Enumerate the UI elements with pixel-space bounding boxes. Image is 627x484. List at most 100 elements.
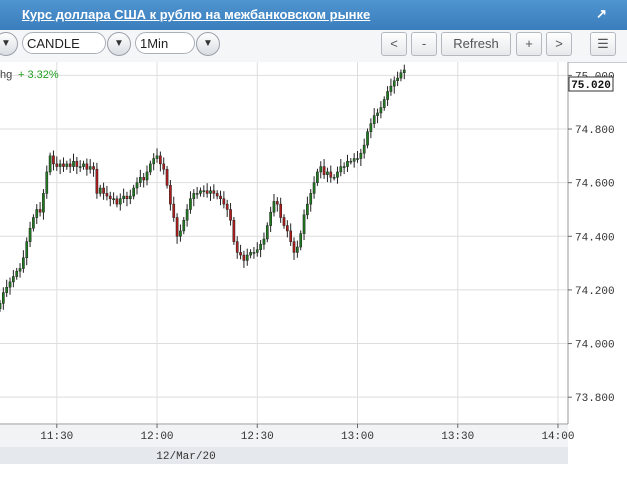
candle-body xyxy=(369,123,373,132)
zoom-out-button[interactable]: - xyxy=(411,32,437,56)
candle-body xyxy=(386,91,389,100)
candle-body xyxy=(319,166,323,173)
candle-body xyxy=(189,198,192,210)
candle-body xyxy=(122,195,125,200)
candle-body xyxy=(239,252,242,256)
candle-body xyxy=(48,155,52,173)
scroll-right-button[interactable]: > xyxy=(546,32,572,56)
change-percent: + 3.32% xyxy=(18,69,59,81)
candle-body xyxy=(336,171,339,178)
candle-body xyxy=(38,209,42,213)
list-icon: ☰ xyxy=(597,36,609,51)
candle-body xyxy=(249,252,252,256)
x-tick-label: 12:00 xyxy=(141,431,174,443)
candle-body xyxy=(332,177,336,179)
candle-body xyxy=(229,209,232,221)
candle-body xyxy=(18,268,22,272)
candle-body xyxy=(45,171,49,194)
candle-body xyxy=(152,158,156,165)
candle-body xyxy=(242,254,246,261)
candle-body xyxy=(309,193,313,205)
date-label: 12/Mar/20 xyxy=(156,451,215,463)
candle-body xyxy=(302,214,306,234)
interval-dropdown-button[interactable]: ▼ xyxy=(196,32,220,56)
candle-body xyxy=(299,233,303,248)
candle-body xyxy=(272,201,276,213)
candle-body xyxy=(155,155,159,159)
candle-body xyxy=(252,252,256,254)
candle-body xyxy=(42,193,45,213)
chevron-down-icon: ▼ xyxy=(1,38,11,49)
candle-body xyxy=(396,77,399,82)
candle-body xyxy=(98,187,102,194)
zoom-in-button[interactable]: + xyxy=(516,32,542,56)
candle-body xyxy=(306,203,309,216)
candle xyxy=(299,230,303,251)
candle-body xyxy=(359,152,363,159)
candle-body xyxy=(289,230,293,242)
menu-button[interactable]: ☰ xyxy=(590,32,616,56)
candle-body xyxy=(32,217,35,229)
candle-body xyxy=(255,249,259,253)
legend-label: hg xyxy=(0,69,12,81)
candle-body xyxy=(362,144,366,154)
prev-dropdown-button[interactable]: ▼ xyxy=(0,32,18,56)
candle-body xyxy=(399,72,403,79)
candle-body xyxy=(159,155,162,165)
candle-body xyxy=(52,155,55,165)
candle-body xyxy=(118,198,122,205)
popout-icon[interactable]: ↗ xyxy=(596,6,607,22)
candle-body xyxy=(78,166,82,168)
candle-body xyxy=(15,270,19,277)
chart-type-dropdown-button[interactable]: ▼ xyxy=(107,32,131,56)
y-tick-label: 74.600 xyxy=(575,179,615,191)
candle-body xyxy=(265,225,269,240)
candlestick-chart: 73.800 74.000 74.200 74.400 74.600 74.800 75.0… xyxy=(0,62,627,484)
candle-body xyxy=(135,182,139,189)
y-tick-label: 74.200 xyxy=(575,286,615,298)
candle-body xyxy=(55,163,59,167)
date-band xyxy=(0,447,568,464)
candle-body xyxy=(366,131,369,146)
candle-body xyxy=(379,107,383,114)
candle-body xyxy=(165,169,169,186)
candle-body xyxy=(212,190,216,194)
candle-body xyxy=(389,85,393,92)
candle-body xyxy=(128,195,132,200)
x-tick-label: 11:30 xyxy=(40,431,73,443)
candle-body xyxy=(225,203,229,210)
scroll-left-button[interactable]: < xyxy=(381,32,407,56)
candle-body xyxy=(8,281,12,288)
candle-body xyxy=(372,115,376,124)
last-value-label: 75.020 xyxy=(571,80,611,92)
candle-body xyxy=(65,163,69,167)
x-tick-label: 13:00 xyxy=(341,431,374,443)
candle-body xyxy=(108,195,112,200)
candle-body xyxy=(215,193,219,197)
candle-body xyxy=(342,166,346,168)
candle-body xyxy=(62,163,65,167)
candle-body xyxy=(28,228,32,242)
refresh-button[interactable]: Refresh xyxy=(441,32,511,56)
y-tick-label: 74.800 xyxy=(575,125,615,137)
chevron-down-icon: ▼ xyxy=(203,38,213,49)
candle-body xyxy=(316,171,319,183)
candle-body xyxy=(296,246,299,253)
candle-body xyxy=(286,225,289,232)
candle-body xyxy=(102,187,105,194)
candle-body xyxy=(175,217,179,237)
candle-body xyxy=(356,158,359,160)
candle-body xyxy=(115,198,119,205)
candle-body xyxy=(5,286,9,293)
candle xyxy=(265,222,269,243)
candle-body xyxy=(125,195,129,200)
candle-body xyxy=(88,166,92,170)
interval-select[interactable]: 1Min xyxy=(135,32,195,54)
candle-body xyxy=(322,166,326,175)
candle-body xyxy=(172,203,176,218)
title-bar: Курс доллара США к рублю на межбанковско… xyxy=(0,0,627,31)
candle-body xyxy=(346,160,349,167)
candle xyxy=(232,216,236,245)
chart-title-link[interactable]: Курс доллара США к рублю на межбанковско… xyxy=(22,7,370,22)
chart-type-select[interactable]: CANDLE xyxy=(22,32,106,54)
